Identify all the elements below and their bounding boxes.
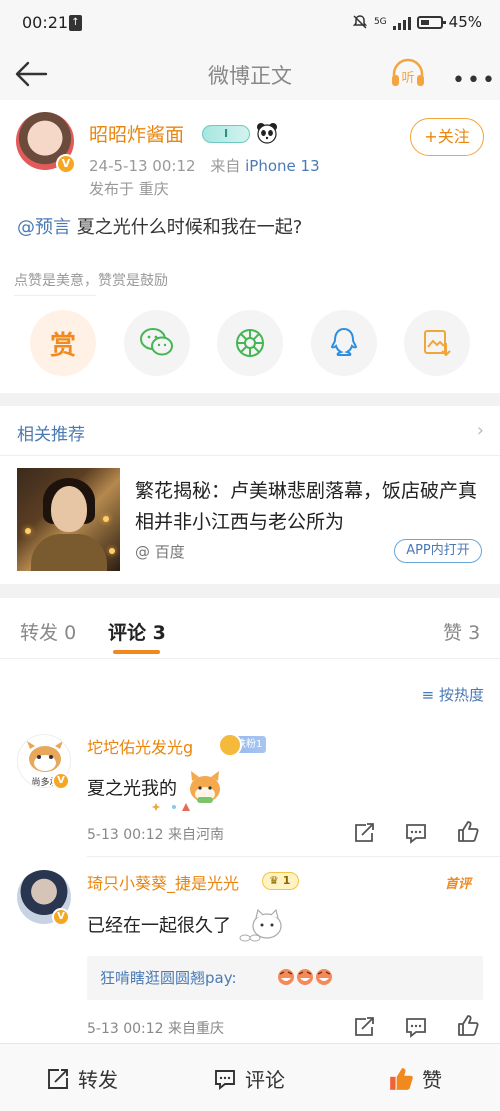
divider — [0, 455, 500, 456]
sub-reply-box[interactable]: 狂啃瞎逛圆圆翘pay: — [87, 956, 483, 1000]
post-location: 发布于 重庆 — [89, 180, 169, 198]
comment-text: 已经在一起很久了 — [87, 904, 287, 949]
share-row: 赏 — [0, 310, 500, 376]
like-button[interactable]: 赞 — [388, 1064, 442, 1093]
mention-link[interactable]: @预言 — [17, 217, 71, 238]
open-in-app-button[interactable]: APP内打开 — [394, 539, 482, 563]
comment-meta: 5-13 00:12 来自重庆 — [87, 1021, 225, 1037]
like-icon — [388, 1066, 414, 1092]
post-meta: 24-5-13 00:12 来自 iPhone 13 — [89, 155, 320, 176]
commenter-name[interactable]: 坨坨佑光发光g — [87, 734, 193, 758]
divider — [87, 856, 500, 857]
save-image-icon[interactable] — [404, 310, 470, 376]
reward-label: 赏 — [49, 330, 76, 361]
sub-reply-author[interactable]: 狂啃瞎逛圆圆翘pay: — [100, 967, 237, 988]
sparkle-icon — [151, 798, 196, 817]
sort-by-heat-button[interactable]: ≡ 按热度 — [422, 684, 484, 705]
comment-item: 尚多承 V 坨坨佑光发光g 铁粉1 夏之光我的 5-13 00:12 来自河南 — [0, 728, 500, 848]
thumbnail-light — [25, 528, 31, 534]
network-type: 5G — [373, 16, 387, 27]
first-comment-label: 首评 — [445, 877, 472, 892]
status-icons: 5G 45% — [352, 13, 482, 31]
wechat-share-icon[interactable] — [124, 310, 190, 376]
like-label: 赞 — [422, 1068, 442, 1092]
comments-card: 转发 0 评论 3 赞 3 ≡ 按热度 尚多承 V 坨坨佑光发光g 铁粉1 夏之… — [0, 598, 500, 1043]
crown-level-badge: ♛ 1 — [262, 872, 300, 890]
share-comment-icon[interactable] — [352, 822, 376, 844]
listen-icon[interactable]: 听 — [389, 56, 427, 92]
panda-icon — [256, 122, 278, 144]
active-tab-indicator — [113, 650, 160, 654]
related-title[interactable]: 繁花揭秘：卢美琳悲剧落幕，饭店破产真相并非小江西与老公所为 — [135, 476, 485, 538]
repost-icon — [46, 1067, 70, 1091]
comment-meta: 5-13 00:12 来自河南 — [87, 827, 225, 843]
battery-percent: 45% — [448, 13, 482, 31]
level-badge: I — [202, 125, 250, 143]
post-content: @预言 夏之光什么时候和我在一起? — [17, 213, 302, 239]
battery-icon — [416, 15, 446, 29]
post-device[interactable]: iPhone 13 — [245, 157, 320, 175]
repost-button[interactable]: 转发 — [46, 1064, 118, 1093]
reward-button[interactable]: 赏 — [30, 310, 96, 376]
post-time: 24-5-13 00:12 — [89, 157, 196, 175]
thumbnail-face — [51, 486, 87, 532]
divider — [0, 658, 500, 659]
tab-likes[interactable]: 赞 3 — [443, 618, 480, 645]
verified-badge: V — [56, 154, 76, 174]
fan-badge: 铁粉1 — [217, 733, 267, 757]
comment-tabs: 转发 0 评论 3 赞 3 — [0, 598, 500, 658]
bottom-toolbar: 转发 评论 赞 — [0, 1043, 500, 1111]
author-name[interactable]: 昭昭炸酱面 — [89, 120, 184, 147]
comment-label: 评论 — [245, 1068, 285, 1092]
from-label: 来自 — [210, 157, 241, 175]
comment-button[interactable]: 评论 — [213, 1064, 285, 1093]
reply-comment-icon[interactable] — [404, 1016, 428, 1038]
qq-share-icon[interactable] — [311, 310, 377, 376]
upload-notification-icon: ↑ — [69, 15, 82, 31]
comment-item: V 琦只小葵葵_捷是光光 ♛ 1 首评 已经在一起很久了 狂啃瞎逛圆圆翘pay: — [0, 870, 500, 1040]
like-comment-icon[interactable] — [456, 820, 480, 842]
crown-icon: ♛ — [269, 874, 283, 887]
verified-badge: V — [52, 908, 70, 926]
verified-badge: V — [52, 772, 70, 790]
reply-comment-icon[interactable] — [404, 822, 428, 844]
like-comment-icon[interactable] — [456, 1014, 480, 1036]
more-options-icon[interactable]: ••• — [452, 68, 497, 93]
svg-text:听: 听 — [401, 71, 414, 86]
related-thumbnail[interactable] — [17, 468, 120, 571]
follow-button[interactable]: +关注 — [410, 118, 484, 156]
tab-reposts[interactable]: 转发 0 — [20, 618, 76, 645]
related-header[interactable]: 相关推荐 — [17, 420, 85, 445]
divider — [14, 295, 96, 296]
laugh-emoji-icon — [277, 966, 337, 992]
comment-icon — [213, 1067, 237, 1091]
cat-sticker-icon — [237, 904, 287, 949]
related-card: 相关推荐 › 繁花揭秘：卢美琳悲剧落幕，饭店破产真相并非小江西与老公所为 @ 百… — [0, 406, 500, 584]
signal-icon — [392, 15, 411, 30]
mute-icon — [352, 14, 368, 30]
moments-share-icon[interactable] — [217, 310, 283, 376]
sort-icon: ≡ — [421, 686, 439, 704]
status-bar: 00:21 ↑ 5G 45% — [0, 0, 500, 48]
chevron-right-icon[interactable]: › — [477, 420, 484, 441]
thumbnail-light — [103, 516, 109, 522]
thumbnail-light — [109, 548, 115, 554]
repost-label: 转发 — [78, 1068, 118, 1092]
post-text: 夏之光什么时候和我在一起? — [71, 217, 303, 238]
related-source: @ 百度 — [135, 543, 185, 561]
post-card: V 昭昭炸酱面 I 24-5-13 00:12 来自 iPhone 13 发布于… — [0, 100, 500, 393]
commenter-name[interactable]: 琦只小葵葵_捷是光光 — [87, 870, 239, 894]
status-time: 00:21 — [22, 13, 69, 32]
nav-bar: 微博正文 听 ••• — [0, 48, 500, 100]
thumbnail-coat — [31, 534, 107, 571]
reward-tip: 点赞是美意，赞赏是鼓励 — [14, 273, 168, 289]
share-comment-icon[interactable] — [352, 1016, 376, 1038]
tab-comments[interactable]: 评论 3 — [108, 618, 166, 645]
